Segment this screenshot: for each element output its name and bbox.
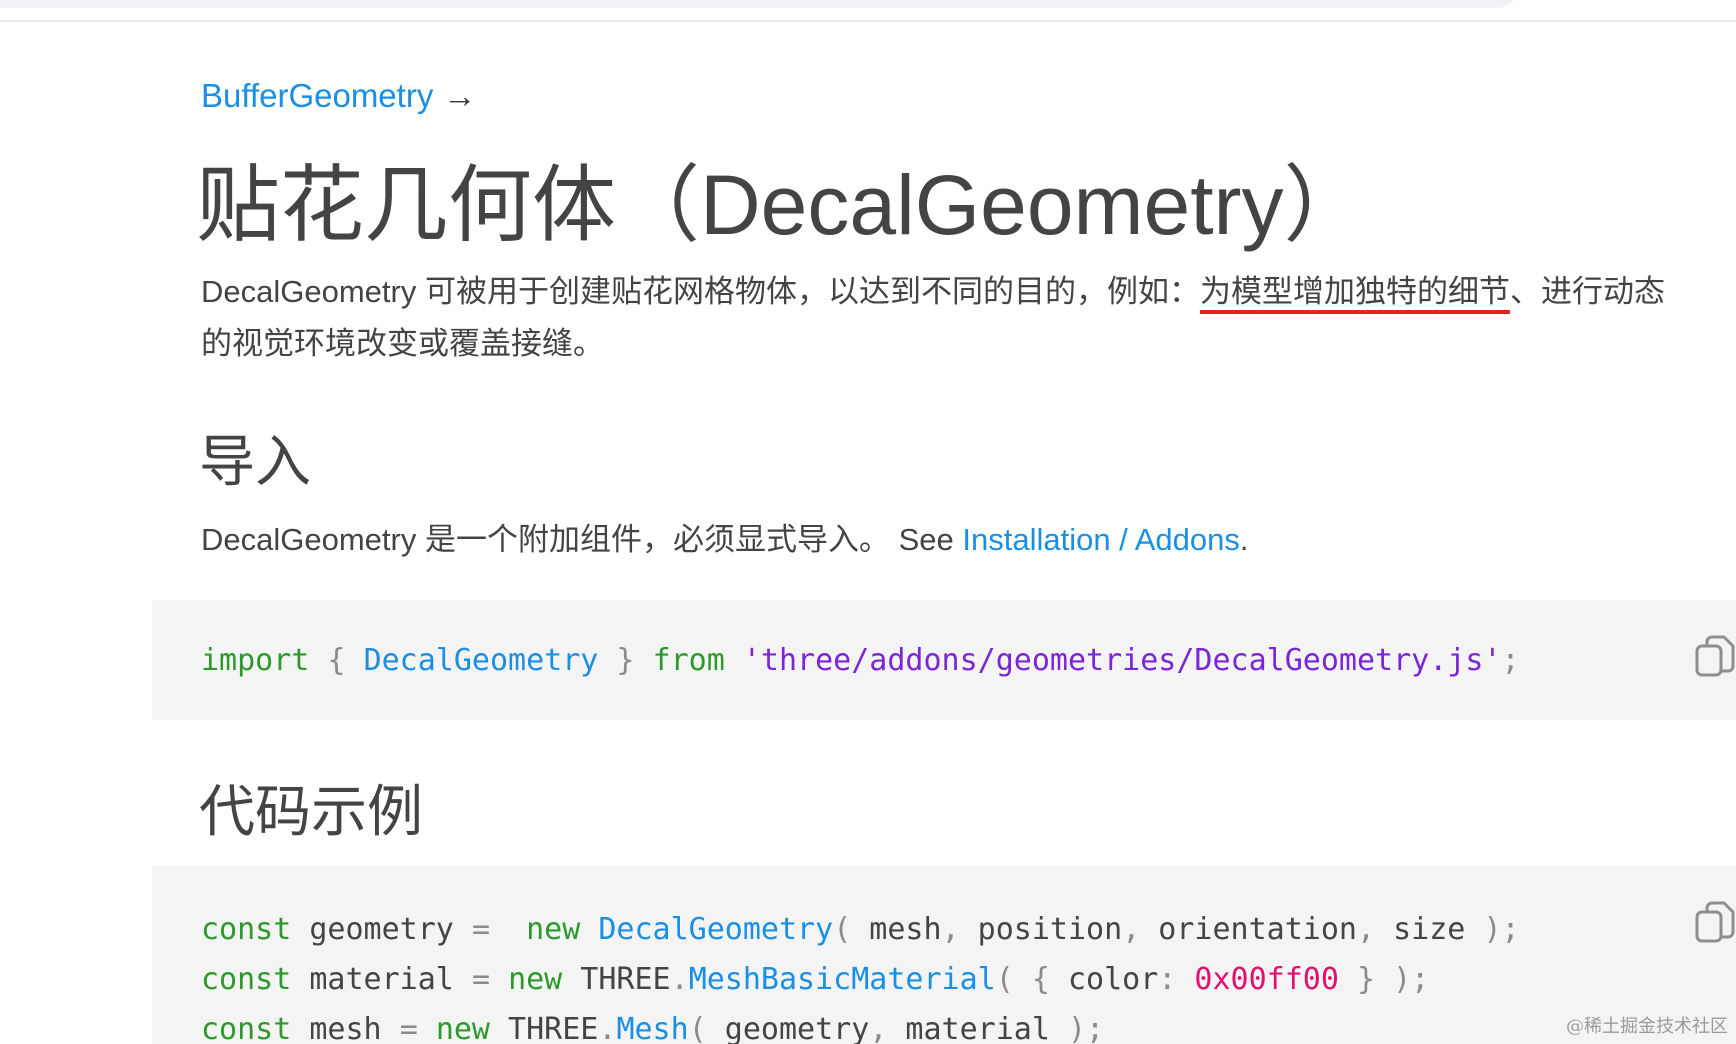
code-punctuation: ); bbox=[1068, 1012, 1105, 1044]
code-argument: mesh bbox=[851, 912, 942, 947]
code-example-heading: 代码示例 bbox=[199, 780, 423, 843]
copy-icon[interactable] bbox=[1694, 900, 1736, 944]
breadcrumb: BufferGeometry → bbox=[201, 74, 476, 118]
code-argument: position bbox=[959, 912, 1123, 947]
import-text-end: . bbox=[1239, 522, 1249, 557]
import-code-block: import { DecalGeometry } from 'three/add… bbox=[152, 600, 1736, 720]
code-line: const mesh = new THREE.Mesh( geometry, m… bbox=[201, 1005, 1104, 1044]
code-punctuation: ); bbox=[1483, 912, 1520, 947]
page-title: 贴花几何体（DecalGeometry） bbox=[196, 158, 1368, 252]
copy-icon[interactable] bbox=[1694, 634, 1736, 678]
import-text: DecalGeometry 是一个附加组件，必须显式导入。 See bbox=[201, 522, 963, 557]
top-search-bar bbox=[0, 0, 1736, 22]
import-description: DecalGeometry 是一个附加组件，必须显式导入。 See Instal… bbox=[201, 514, 1248, 566]
code-identifier: mesh bbox=[291, 1012, 400, 1044]
code-property: color bbox=[1049, 962, 1159, 997]
example-code-block: const geometry = new DecalGeometry( mesh… bbox=[152, 866, 1736, 1044]
code-class: MeshBasicMaterial bbox=[688, 962, 996, 997]
code-class: DecalGeometry bbox=[363, 643, 599, 678]
breadcrumb-link-buffergeometry[interactable]: BufferGeometry bbox=[201, 77, 433, 114]
code-namespace: THREE bbox=[562, 962, 671, 997]
code-keyword: new bbox=[435, 1012, 490, 1044]
code-keyword: from bbox=[652, 643, 725, 678]
code-punctuation: , bbox=[869, 1012, 888, 1044]
code-punctuation: ( bbox=[688, 1012, 707, 1044]
code-punctuation: : bbox=[1158, 962, 1177, 997]
code-namespace: THREE bbox=[490, 1012, 599, 1044]
description-highlight: 为模型增加独特的细节 bbox=[1199, 274, 1510, 309]
code-punctuation: ( bbox=[833, 912, 852, 947]
code-line: const material = new THREE.MeshBasicMate… bbox=[201, 955, 1429, 1005]
code-line: const geometry = new DecalGeometry( mesh… bbox=[201, 905, 1520, 955]
code-argument: size bbox=[1375, 912, 1484, 947]
code-argument: material bbox=[887, 1012, 1068, 1044]
code-identifier: geometry bbox=[291, 912, 472, 947]
code-number: 0x00ff00 bbox=[1194, 962, 1339, 997]
code-keyword: const bbox=[201, 1012, 292, 1044]
code-line: import { DecalGeometry } from 'three/add… bbox=[201, 636, 1520, 686]
code-punctuation: ( { bbox=[995, 962, 1050, 997]
code-keyword: new bbox=[508, 962, 563, 997]
page-description: DecalGeometry 可被用于创建贴花网格物体，以达到不同的目的，例如：为… bbox=[201, 266, 1681, 370]
code-operator: = bbox=[471, 962, 490, 997]
code-operator: = bbox=[471, 912, 490, 947]
code-punctuation: } bbox=[598, 643, 653, 678]
code-keyword: const bbox=[201, 962, 292, 997]
code-argument: geometry bbox=[706, 1012, 870, 1044]
top-divider bbox=[0, 20, 1736, 22]
code-identifier: material bbox=[291, 962, 472, 997]
code-argument: orientation bbox=[1140, 912, 1357, 947]
watermark: @稀土掘金技术社区 bbox=[1566, 1016, 1728, 1037]
code-operator: = bbox=[399, 1012, 418, 1044]
search-bar-background[interactable] bbox=[0, 0, 1520, 8]
installation-addons-link[interactable]: Installation / Addons bbox=[962, 522, 1239, 557]
code-punctuation: } ); bbox=[1338, 962, 1430, 997]
code-keyword: const bbox=[201, 912, 292, 947]
code-punctuation: , bbox=[941, 912, 960, 947]
code-keyword: import bbox=[201, 643, 310, 678]
code-punctuation: , bbox=[1357, 912, 1376, 947]
arrow-right-icon: → bbox=[443, 77, 477, 114]
code-string: 'three/addons/geometries/DecalGeometry.j… bbox=[742, 643, 1502, 678]
import-heading: 导入 bbox=[199, 430, 311, 493]
code-punctuation: ; bbox=[1501, 643, 1520, 678]
code-class: Mesh bbox=[616, 1012, 689, 1044]
code-punctuation: . bbox=[670, 962, 689, 997]
code-punctuation: { bbox=[309, 643, 364, 678]
code-keyword: new bbox=[526, 912, 581, 947]
description-text: DecalGeometry 可被用于创建贴花网格物体，以达到不同的目的，例如： bbox=[201, 274, 1200, 309]
code-punctuation: , bbox=[1122, 912, 1141, 947]
code-class: DecalGeometry bbox=[598, 912, 834, 947]
code-punctuation: . bbox=[598, 1012, 617, 1044]
